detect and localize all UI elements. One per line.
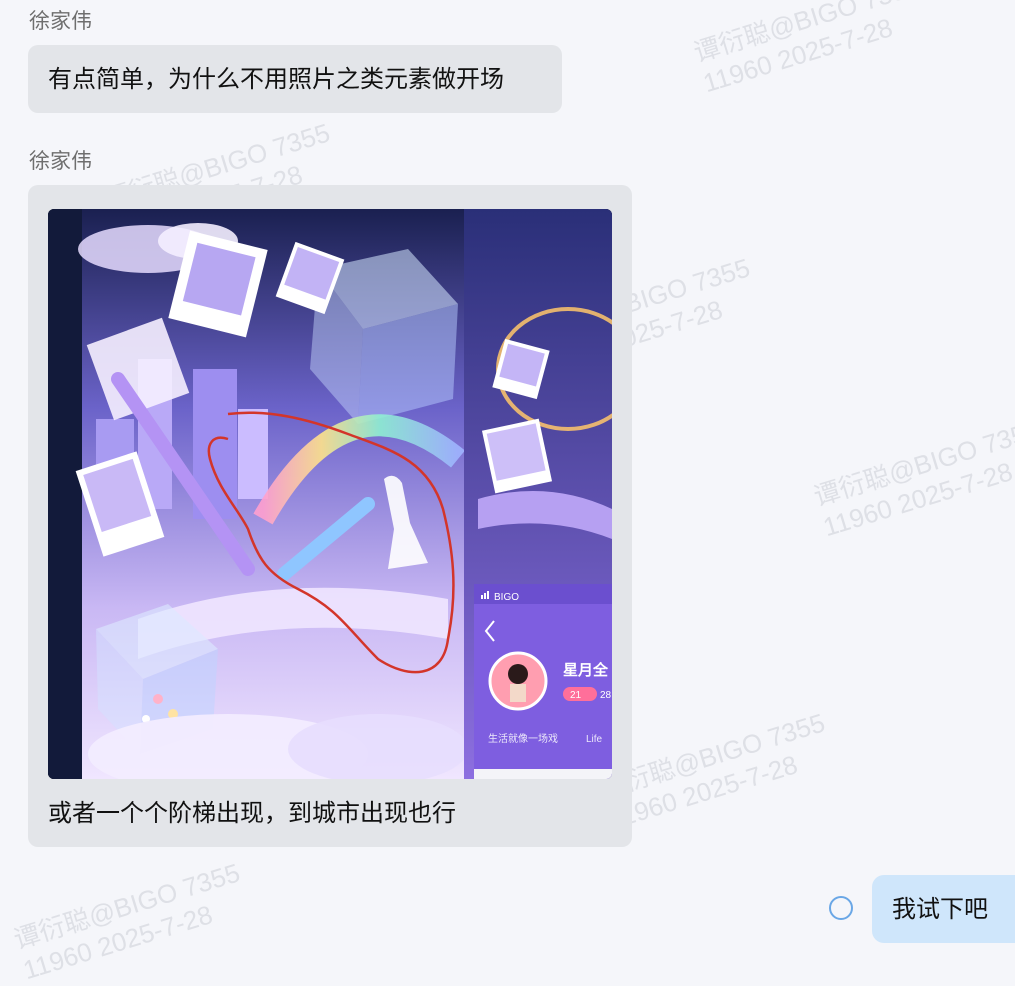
watermark: 谭衍聪@BIGO 735511960 2025-7-28: [10, 857, 244, 986]
room-desc: 生活就像一场戏: [488, 732, 558, 745]
message-bubble[interactable]: BIGO 星月全 21 28 生活就像一场戏 Life 或者一个个阶梯出现，到城…: [28, 185, 632, 847]
message-image[interactable]: BIGO 星月全 21 28 生活就像一场戏 Life: [48, 209, 612, 779]
status-brand: BIGO: [494, 592, 519, 603]
room-count: 21: [570, 690, 582, 701]
room-name: 星月全: [563, 661, 609, 679]
message-text: 有点简单，为什么不用照片之类元素做开场: [48, 65, 504, 93]
reply-text: 我试下吧: [892, 895, 988, 923]
room-count-2: 28: [600, 690, 612, 701]
image-illustration: BIGO 星月全 21 28 生活就像一场戏 Life: [48, 209, 612, 779]
watermark: 谭衍聪@BIGO 735511960 2025-7-28: [690, 0, 924, 99]
room-desc-2: Life: [586, 734, 603, 745]
watermark: 谭衍聪@BIGO 735511960 2025-7-28: [810, 414, 1015, 543]
sender-name: 徐家伟: [29, 149, 92, 173]
message-bubble[interactable]: 有点简单，为什么不用照片之类元素做开场: [28, 45, 562, 113]
reply-bubble[interactable]: 我试下吧: [872, 875, 1015, 943]
read-status-icon: [829, 896, 853, 920]
sender-name: 徐家伟: [29, 9, 92, 33]
message-text: 或者一个个阶梯出现，到城市出现也行: [48, 799, 456, 827]
